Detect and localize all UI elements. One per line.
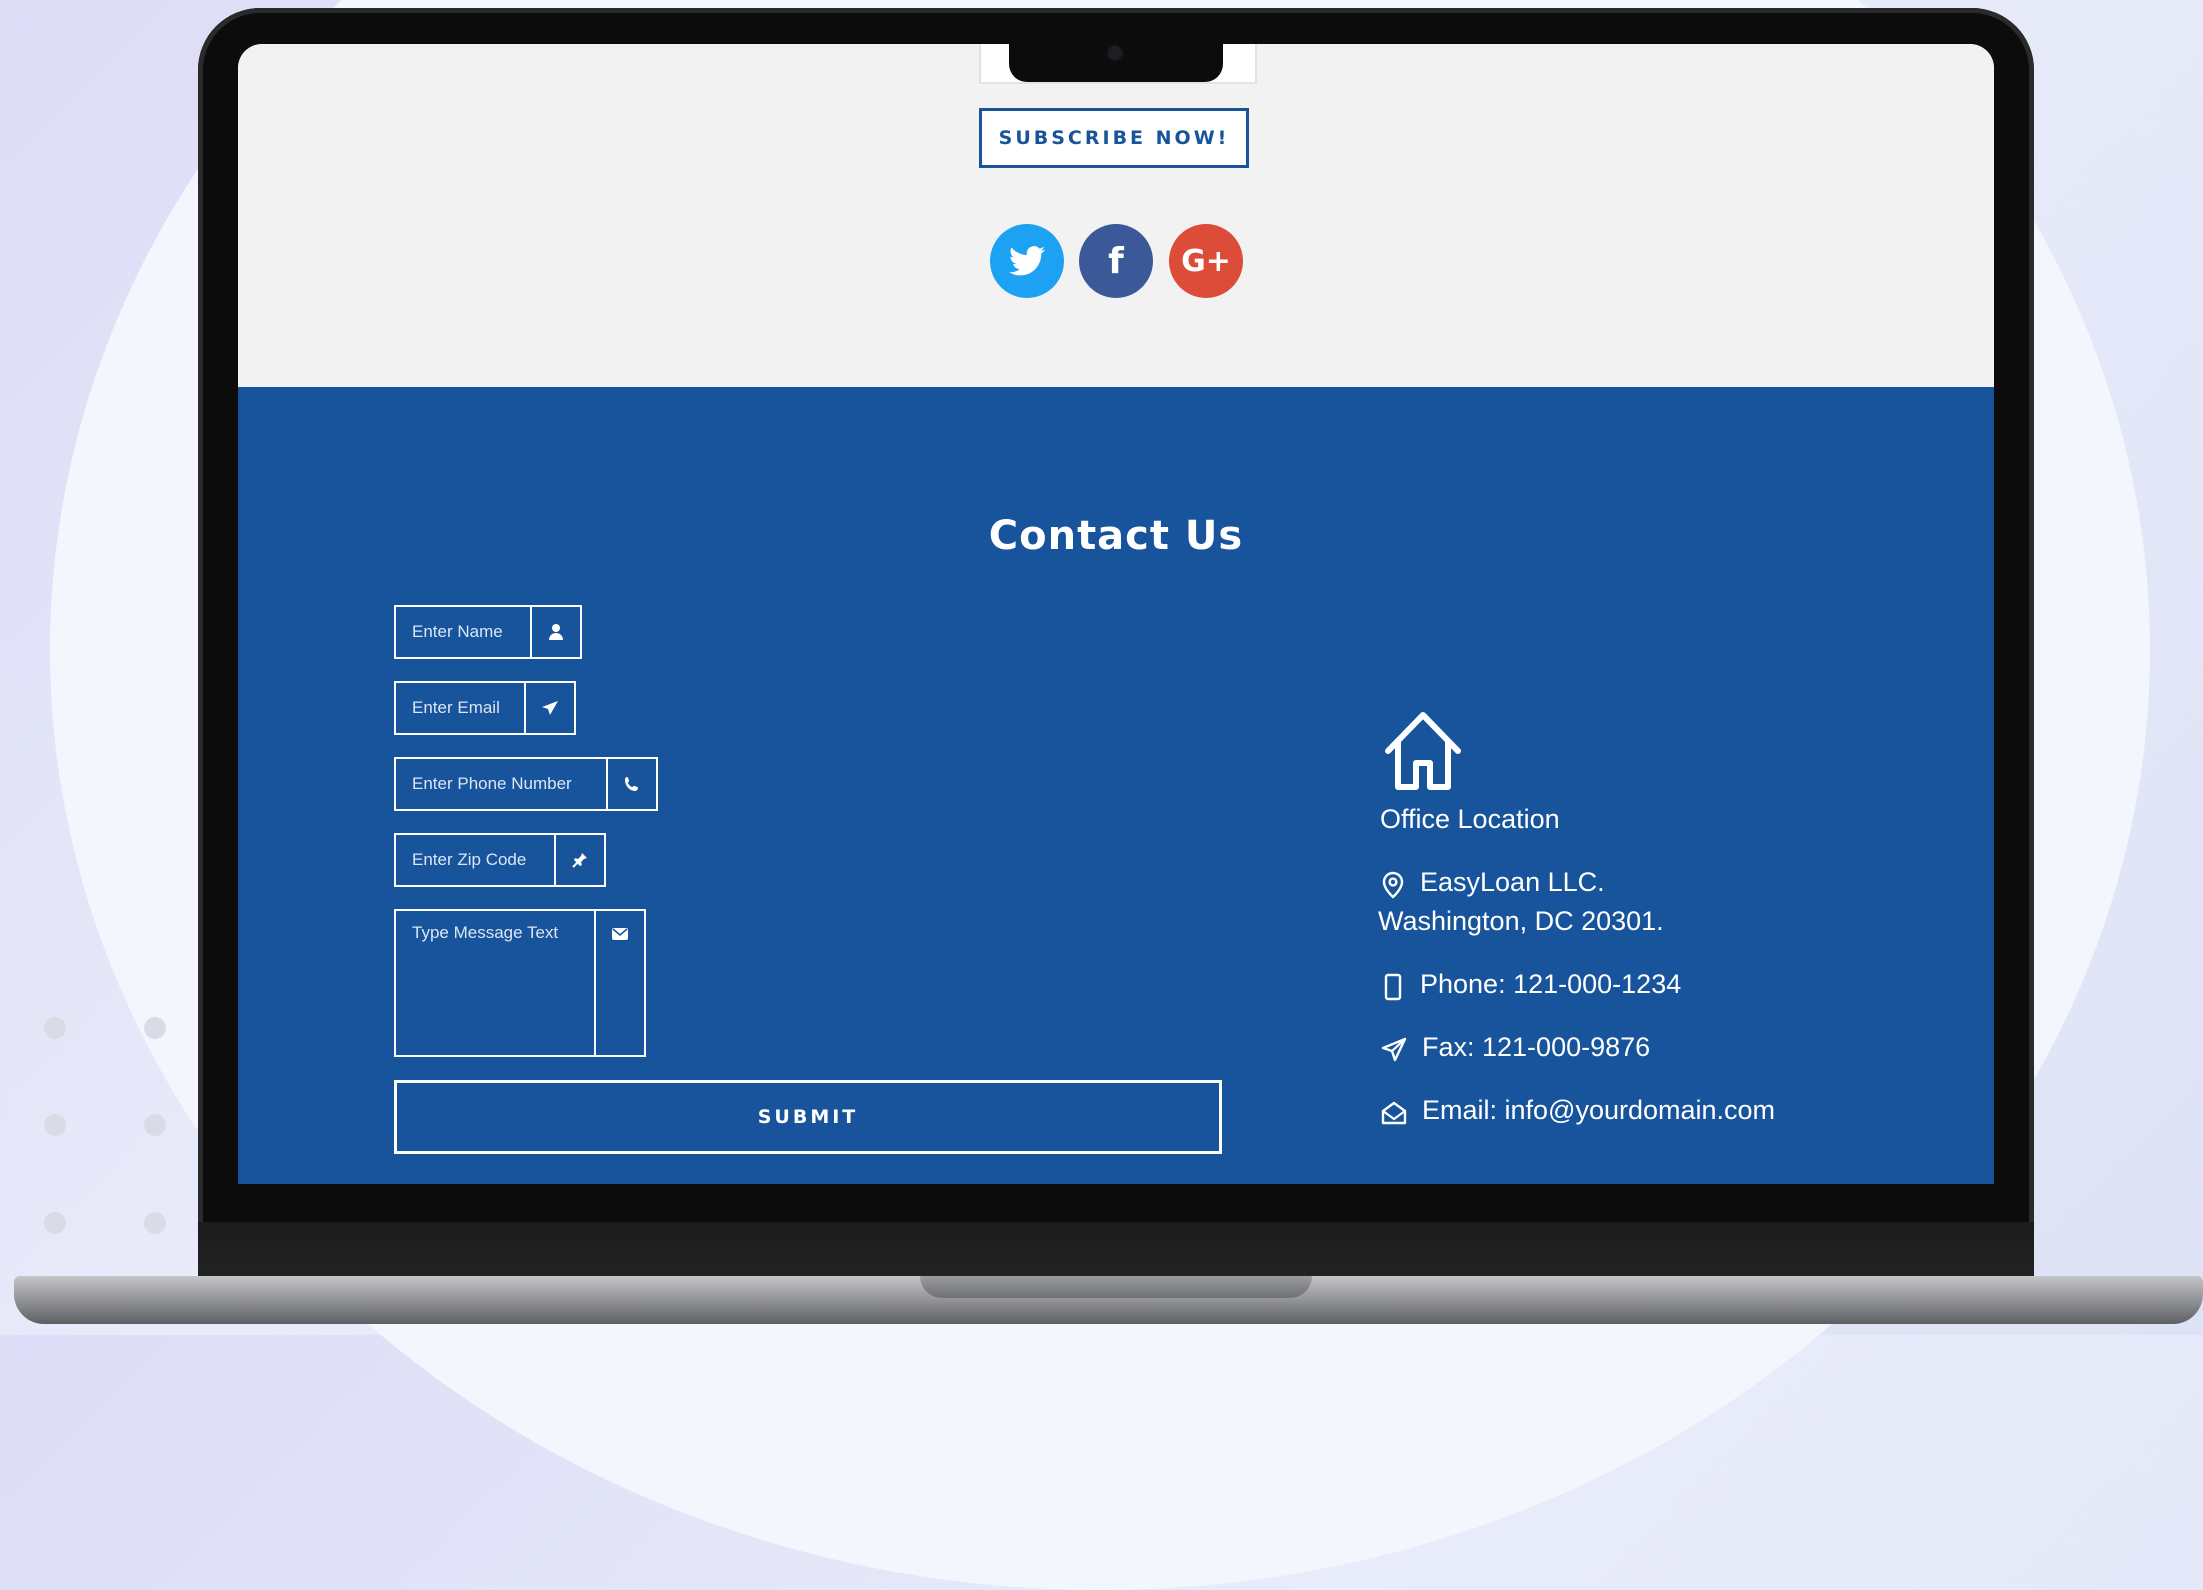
newsletter-section: SUBSCRIBE NOW! f G+ <box>238 44 1994 387</box>
contact-title: Contact Us <box>988 513 1244 559</box>
laptop-screen: SUBSCRIBE NOW! f G+ Contact Us Enter Nam… <box>238 44 1994 1184</box>
message-field <box>394 909 646 1057</box>
camera-icon <box>1108 46 1122 60</box>
pin-icon <box>554 835 604 885</box>
phone-row: Phone: 121-000-1234 <box>1380 969 1681 1001</box>
phone-field <box>394 757 658 811</box>
message-input[interactable] <box>396 911 594 1055</box>
twitter-button[interactable] <box>990 224 1064 298</box>
subscribe-button[interactable]: SUBSCRIBE NOW! <box>979 108 1249 168</box>
google-plus-icon: G+ <box>1181 243 1231 279</box>
address-row: EasyLoan LLC. Washington, DC 20301. <box>1378 867 1664 937</box>
decor-dot <box>44 1212 66 1234</box>
email-row: Email: info@yourdomain.com <box>1380 1095 1775 1127</box>
camera-notch <box>1009 36 1223 82</box>
google-plus-button[interactable]: G+ <box>1169 224 1243 298</box>
decor-dot <box>44 1114 66 1136</box>
office-location-block: Office Location <box>1380 707 1560 835</box>
mobile-phone-icon <box>1384 973 1402 1001</box>
paper-plane-icon <box>1381 1037 1407 1062</box>
decor-dot <box>144 1212 166 1234</box>
laptop-base-notch <box>920 1276 1312 1298</box>
zip-input[interactable] <box>396 835 554 885</box>
email-input[interactable] <box>396 683 524 733</box>
name-field <box>394 605 582 659</box>
address-line-1: EasyLoan LLC. <box>1420 867 1605 897</box>
office-fax: Fax: 121-000-9876 <box>1422 1032 1651 1062</box>
zip-field <box>394 833 606 887</box>
envelope-open-icon <box>1381 1101 1407 1125</box>
send-icon <box>524 683 574 733</box>
name-input[interactable] <box>396 607 530 657</box>
email-field <box>394 681 576 735</box>
contact-section: Contact Us Enter Name Enter Email Enter … <box>238 387 1994 1184</box>
phone-input[interactable] <box>396 759 606 809</box>
address-line-2: Washington, DC 20301. <box>1378 906 1664 936</box>
submit-button[interactable]: SUBMIT <box>394 1080 1222 1154</box>
decor-dot <box>144 1114 166 1136</box>
map-marker-icon <box>1382 871 1404 899</box>
office-location-heading: Office Location <box>1380 804 1560 834</box>
fax-row: Fax: 121-000-9876 <box>1380 1032 1650 1064</box>
envelope-icon <box>594 911 644 1055</box>
office-email[interactable]: Email: info@yourdomain.com <box>1422 1095 1775 1126</box>
decor-dot <box>144 1017 166 1039</box>
decor-dot <box>44 1017 66 1039</box>
twitter-icon <box>1009 246 1045 276</box>
phone-icon <box>606 759 656 809</box>
home-icon <box>1385 712 1461 790</box>
user-icon <box>530 607 580 657</box>
office-phone: Phone: 121-000-1234 <box>1420 969 1682 999</box>
facebook-icon: f <box>1108 240 1124 282</box>
laptop-chin <box>198 1222 2034 1278</box>
facebook-button[interactable]: f <box>1079 224 1153 298</box>
